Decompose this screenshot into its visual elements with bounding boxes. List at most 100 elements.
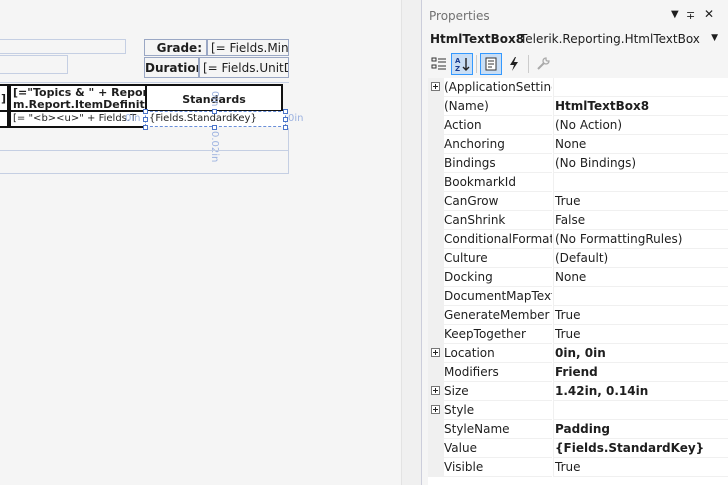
property-grid: (ApplicationSettings(Name)HtmlTextBox8Ac… (428, 78, 728, 485)
property-value[interactable]: True (553, 458, 728, 477)
property-row[interactable]: (ApplicationSettings (428, 78, 728, 97)
property-name: CanShrink (444, 211, 552, 230)
property-row[interactable]: Culture (Default) (428, 249, 728, 268)
property-name: Visible (444, 458, 552, 477)
property-value[interactable]: HtmlTextBox8 (553, 97, 728, 116)
expand-plus-icon[interactable] (431, 386, 440, 395)
property-value[interactable]: (Default) (553, 249, 728, 268)
property-name: Docking (444, 268, 552, 287)
property-value[interactable]: True (553, 192, 728, 211)
categorized-icon (431, 57, 446, 70)
window-menu-icon[interactable]: ▼ (671, 9, 679, 20)
property-value[interactable]: None (553, 135, 728, 154)
property-row-gutter (428, 116, 444, 135)
property-row[interactable]: Location 0in, 0in (428, 344, 728, 363)
property-row[interactable]: Anchoring None (428, 135, 728, 154)
property-row-gutter (428, 420, 444, 439)
property-name: CanGrow (444, 192, 552, 211)
property-value[interactable] (553, 173, 728, 192)
selection-handle-ml[interactable] (143, 117, 148, 122)
property-row-gutter (428, 439, 444, 458)
designer-box-top[interactable] (0, 39, 126, 54)
property-value[interactable]: 1.42in, 0.14in (553, 382, 728, 401)
property-value[interactable]: {Fields.StandardKey} (553, 439, 728, 458)
property-name: (Name) (444, 97, 552, 116)
property-row[interactable]: Size 1.42in, 0.14in (428, 382, 728, 401)
property-row-gutter (428, 192, 444, 211)
property-row-gutter (428, 249, 444, 268)
property-value[interactable] (553, 401, 728, 420)
property-row[interactable]: Visible True (428, 458, 728, 477)
property-row[interactable]: Modifiers Friend (428, 363, 728, 382)
property-row-gutter (428, 97, 444, 116)
report-designer-surface[interactable]: Grade: [= Fields.Min Duration: [= Fields… (0, 0, 401, 485)
property-value[interactable]: Friend (553, 363, 728, 382)
expand-plus-icon[interactable] (431, 348, 440, 357)
property-value[interactable]: (No Bindings) (553, 154, 728, 173)
property-row-gutter (428, 363, 444, 382)
properties-view-button[interactable] (480, 53, 502, 75)
property-value[interactable]: None (553, 268, 728, 287)
property-value[interactable]: False (553, 211, 728, 230)
grade-expression[interactable]: [= Fields.Min (207, 39, 289, 56)
property-name: Anchoring (444, 135, 552, 154)
property-name: Location (444, 344, 552, 363)
selection-handle-tm[interactable] (212, 109, 217, 114)
table-header-topics[interactable]: [="Topics & " + ReportIte m.Report.ItemD… (9, 84, 147, 112)
property-row-gutter (428, 173, 444, 192)
panel-splitter[interactable] (401, 0, 421, 485)
designer-box-mid[interactable] (0, 55, 68, 74)
property-value[interactable]: 0in, 0in (553, 344, 728, 363)
property-row[interactable]: KeepTogether True (428, 325, 728, 344)
property-row[interactable]: Docking None (428, 268, 728, 287)
expand-plus-icon[interactable] (431, 82, 440, 91)
property-value[interactable]: (No Action) (553, 116, 728, 135)
table-cell-left[interactable]: ] (0, 84, 9, 112)
property-row[interactable]: GenerateMember True (428, 306, 728, 325)
property-row[interactable]: ConditionalFormatt (No FormattingRules) (428, 230, 728, 249)
table-detail-left[interactable] (0, 110, 9, 128)
property-row-gutter (428, 306, 444, 325)
property-row-gutter (428, 211, 444, 230)
property-row-gutter (428, 382, 444, 401)
property-row[interactable]: Style (428, 401, 728, 420)
property-value[interactable] (553, 78, 728, 97)
property-value[interactable]: Padding (553, 420, 728, 439)
designer-guide-line-2 (0, 150, 289, 151)
categorized-button[interactable] (428, 53, 450, 75)
chevron-down-icon[interactable]: ▼ (711, 33, 718, 43)
property-row[interactable]: StyleName Padding (428, 420, 728, 439)
property-pages-button[interactable] (532, 53, 554, 75)
svg-text:A: A (455, 57, 461, 65)
grade-label[interactable]: Grade: (144, 39, 207, 56)
property-name: Bindings (444, 154, 552, 173)
expand-plus-icon[interactable] (431, 405, 440, 414)
property-name: DocumentMapText (444, 287, 552, 306)
property-value[interactable]: True (553, 306, 728, 325)
property-row[interactable]: CanGrow True (428, 192, 728, 211)
property-row[interactable]: BookmarkId (428, 173, 728, 192)
property-row[interactable]: Bindings (No Bindings) (428, 154, 728, 173)
property-row[interactable]: DocumentMapText (428, 287, 728, 306)
properties-toolbar: A Z (422, 51, 728, 77)
svg-text:Z: Z (455, 65, 460, 72)
alphabetical-button[interactable]: A Z (451, 53, 473, 75)
property-value[interactable]: (No FormattingRules) (553, 230, 728, 249)
selection-handle-tl[interactable] (143, 109, 148, 114)
property-row[interactable]: Action (No Action) (428, 116, 728, 135)
dimension-right: 0in (288, 113, 304, 124)
property-value[interactable] (553, 287, 728, 306)
close-icon[interactable]: ✕ (704, 7, 714, 21)
toolbar-separator (476, 55, 477, 73)
property-row[interactable]: Value {Fields.StandardKey} (428, 439, 728, 458)
object-type: Telerik.Reporting.HtmlTextBox (520, 32, 700, 46)
designer-section-box[interactable] (0, 128, 289, 174)
object-selector[interactable]: HtmlTextBox8 Telerik.Reporting.HtmlTextB… (422, 28, 728, 50)
events-button[interactable] (503, 53, 525, 75)
property-row[interactable]: (Name) HtmlTextBox8 (428, 97, 728, 116)
duration-expression[interactable]: [= Fields.UnitDu (199, 57, 289, 78)
duration-label[interactable]: Duration: (144, 57, 199, 78)
property-row[interactable]: CanShrink False (428, 211, 728, 230)
property-value[interactable]: True (553, 325, 728, 344)
pin-icon[interactable]: ∓ (686, 9, 695, 22)
